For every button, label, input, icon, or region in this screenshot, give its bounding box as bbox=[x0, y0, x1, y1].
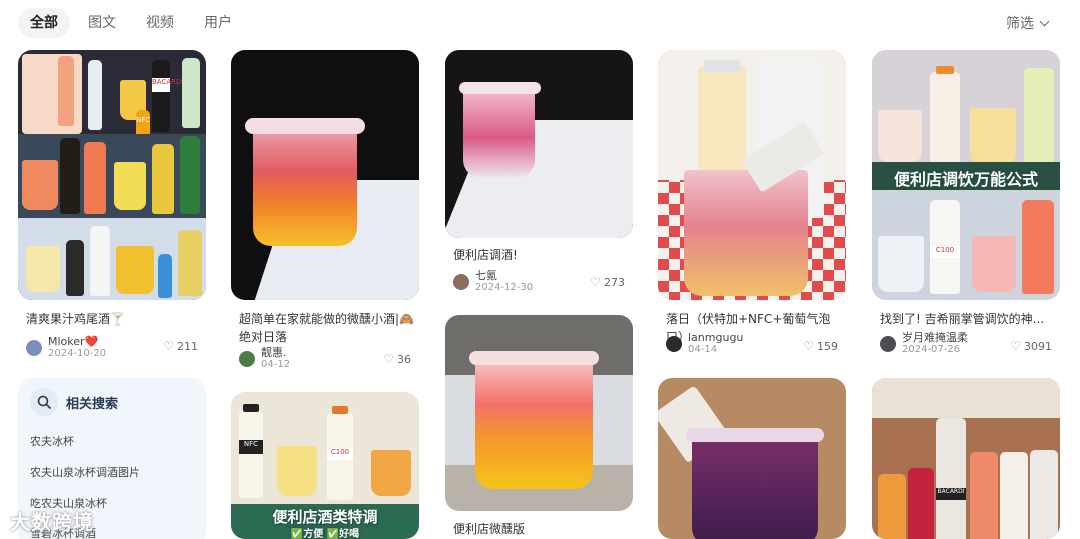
post-date: 04-14 bbox=[688, 344, 718, 355]
post-date: 04-12 bbox=[261, 359, 291, 370]
nfc-label: NFC bbox=[239, 440, 263, 454]
heart-icon: ♡ bbox=[803, 339, 814, 353]
like-button[interactable]: ♡ 36 bbox=[383, 352, 411, 366]
like-button[interactable]: ♡ 159 bbox=[803, 339, 838, 353]
tab-video[interactable]: 视频 bbox=[134, 8, 186, 38]
note-cover-image[interactable] bbox=[658, 50, 846, 300]
like-button[interactable]: ♡ 211 bbox=[163, 339, 198, 353]
avatar[interactable] bbox=[880, 336, 896, 352]
note-cover-image[interactable] bbox=[658, 378, 846, 539]
cover-overlay-text: 便利店调饮万能公式 bbox=[893, 170, 1038, 189]
like-count: 36 bbox=[397, 352, 411, 366]
post-date: 2024-10-20 bbox=[48, 348, 107, 359]
note-cover-image[interactable]: 便利店调饮万能公式 C100 bbox=[872, 50, 1060, 300]
note-card-4[interactable]: 落日（伏特加+NFC+葡萄气泡口） lanmgugu 04-14 ♡ 159 bbox=[658, 50, 846, 360]
author-name: lanmgugu bbox=[688, 331, 744, 344]
note-card-8[interactable] bbox=[658, 378, 846, 539]
note-title[interactable]: 便利店调酒! bbox=[453, 246, 629, 264]
like-count: 273 bbox=[604, 275, 625, 289]
note-card-3[interactable]: 便利店调酒! 七氪 2024-12-30 ♡ 273 bbox=[445, 50, 633, 300]
avatar[interactable] bbox=[666, 336, 682, 352]
author-info[interactable]: 七氪 2024-12-30 bbox=[453, 270, 533, 293]
related-search-item[interactable]: 农夫山泉冰杯调酒图片 bbox=[30, 464, 140, 480]
author-name: 岁月难掩温柔 bbox=[902, 331, 968, 344]
heart-icon: ♡ bbox=[163, 339, 174, 353]
note-cover-image[interactable] bbox=[231, 50, 419, 300]
c100-label: C100 bbox=[327, 448, 353, 460]
related-search-item[interactable]: 农夫冰杯 bbox=[30, 433, 74, 449]
note-cover-image[interactable]: BACARDI bbox=[872, 378, 1060, 539]
nfc-label: NFC bbox=[136, 116, 151, 126]
author-name: 七氪 bbox=[475, 269, 497, 282]
note-cover-image[interactable] bbox=[445, 50, 633, 238]
avatar[interactable] bbox=[453, 274, 469, 290]
note-card-7[interactable]: NFC C100 便利店酒类特调 ✅方便 ✅好喝 bbox=[231, 392, 419, 539]
author-name: Mloker❤️ bbox=[48, 335, 99, 348]
cover-overlay-subtext: ✅方便 ✅好喝 bbox=[290, 529, 360, 539]
c100-label: C100 bbox=[930, 246, 960, 258]
note-cover-image[interactable]: NFC C100 便利店酒类特调 ✅方便 ✅好喝 bbox=[231, 392, 419, 539]
post-date: 2024-12-30 bbox=[475, 282, 534, 293]
watermark: 大数跨境 bbox=[10, 510, 94, 534]
like-button[interactable]: ♡ 273 bbox=[590, 275, 625, 289]
filter-label: 筛选 bbox=[1006, 16, 1034, 32]
note-title[interactable]: 超简单在家就能做的微醺小酒|🙈绝对日落 bbox=[239, 310, 419, 346]
cover-overlay-text: 便利店酒类特调 bbox=[272, 508, 378, 526]
chevron-down-icon bbox=[1039, 16, 1050, 26]
avatar[interactable] bbox=[26, 340, 42, 356]
like-count: 3091 bbox=[1024, 339, 1052, 353]
note-card-2[interactable]: 超简单在家就能做的微醺小酒|🙈绝对日落 靓惠. 04-12 ♡ 36 bbox=[231, 50, 419, 375]
heart-icon: ♡ bbox=[590, 275, 601, 289]
note-title[interactable]: 便利店微醺版 bbox=[453, 520, 629, 538]
note-title[interactable]: 找到了! 吉希丽掌管调饮的神... bbox=[880, 310, 1060, 328]
author-info[interactable]: 岁月难掩温柔 2024-07-26 bbox=[880, 332, 968, 355]
post-date: 2024-07-26 bbox=[902, 344, 961, 355]
author-info[interactable]: lanmgugu 04-14 bbox=[666, 332, 743, 355]
author-info[interactable]: 靓惠. 04-12 bbox=[239, 347, 290, 370]
note-card-6[interactable]: 便利店微醺版 bbox=[445, 315, 633, 539]
note-cover-image[interactable] bbox=[445, 315, 633, 511]
filter-button[interactable]: 筛选 bbox=[1006, 13, 1050, 33]
heart-icon: ♡ bbox=[383, 352, 394, 366]
note-title[interactable]: 清爽果汁鸡尾酒🍸 bbox=[26, 310, 202, 328]
note-card-5[interactable]: 便利店调饮万能公式 C100 找到了! 吉希丽掌管调饮的神... 岁月难掩温柔 … bbox=[872, 50, 1060, 360]
like-count: 211 bbox=[177, 339, 198, 353]
bacardi-label: BACARDI bbox=[152, 78, 183, 92]
related-search-title: 相关搜索 bbox=[66, 396, 119, 412]
heart-icon: ♡ bbox=[1010, 339, 1021, 353]
tab-image-text[interactable]: 图文 bbox=[76, 8, 128, 38]
filter-tabs: 全部 图文 视频 用户 bbox=[18, 8, 244, 38]
author-name: 靓惠. bbox=[261, 346, 287, 359]
like-count: 159 bbox=[817, 339, 838, 353]
tab-all[interactable]: 全部 bbox=[18, 8, 70, 38]
like-button[interactable]: ♡ 3091 bbox=[1010, 339, 1052, 353]
search-icon bbox=[30, 388, 58, 416]
note-card-9[interactable]: BACARDI bbox=[872, 378, 1060, 539]
note-cover-image[interactable]: BACARDI NFC bbox=[18, 50, 206, 300]
author-info[interactable]: Mloker❤️ 2024-10-20 bbox=[26, 336, 106, 359]
avatar[interactable] bbox=[239, 351, 255, 367]
note-card-1[interactable]: BACARDI NFC 清爽果汁鸡尾酒🍸 Mloker❤️ 2024-10-20… bbox=[18, 50, 206, 360]
tab-user[interactable]: 用户 bbox=[192, 8, 244, 38]
bacardi-label: BACARDI bbox=[936, 488, 966, 500]
